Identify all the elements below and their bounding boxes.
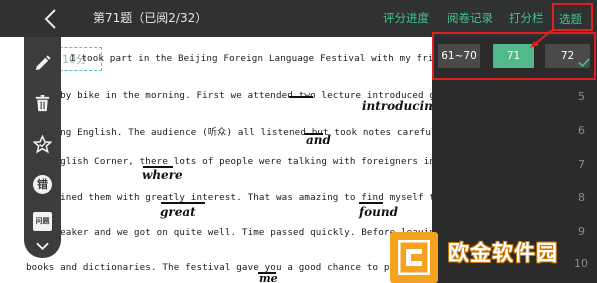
essay-line: the English Corner, there lots of people…: [26, 156, 432, 167]
correction-attend: attend: [496, 68, 536, 81]
tool-sidebar: 错 问题: [24, 37, 61, 258]
correction-great: great: [160, 205, 196, 219]
correction-introducing: introducing: [362, 99, 432, 113]
watermark-url: www.apoujin.com: [462, 266, 582, 276]
pencil-icon[interactable]: [33, 54, 52, 73]
essay-line: learning English. The audience (听众) all …: [26, 127, 432, 138]
correction-found: found: [359, 205, 399, 219]
chevron-down-icon[interactable]: [36, 242, 49, 251]
essay-line: I took part in the Beijing Foreign Langu…: [70, 53, 432, 64]
watermark-logo: 欧金软件园 www.apoujin.com: [390, 232, 597, 283]
correction-me: me: [259, 272, 278, 283]
page-title: 第71题（已阅2/32）: [93, 11, 208, 25]
essay-paper: 10分 I took part in the Beijing Foreign L…: [0, 37, 432, 283]
watermark-logo-mark: [390, 232, 438, 283]
row-number: 8: [578, 191, 585, 204]
underline-mark: [161, 202, 205, 204]
trash-icon[interactable]: [33, 94, 52, 113]
essay-line: books and dictionaries. The festival gav…: [26, 262, 430, 273]
scoring-progress-link[interactable]: 评分进度: [383, 10, 429, 26]
back-arrow-icon[interactable]: [40, 7, 64, 31]
strike-mark: [289, 96, 313, 98]
report-icon[interactable]: 问题: [33, 212, 52, 231]
grading-records-link[interactable]: 阅卷记录: [447, 10, 493, 26]
row-number: 6: [578, 124, 585, 137]
correction-and: and: [306, 133, 331, 147]
row-number: 5: [578, 90, 585, 103]
red-arrow-icon: [530, 29, 553, 48]
check-icon: [578, 58, 590, 67]
watermark-text: 欧金软件园: [448, 241, 558, 265]
underline-mark: [359, 202, 383, 204]
error-icon[interactable]: 错: [33, 175, 52, 194]
essay-line: the speaker and we got on quite well. Ti…: [26, 227, 432, 238]
highlight-box-select: [552, 3, 593, 31]
score-bar-link[interactable]: 打分栏: [509, 10, 544, 26]
star-icon[interactable]: [33, 135, 52, 154]
row-number: 7: [578, 158, 585, 171]
score-option-61-70[interactable]: 61~70: [438, 44, 480, 68]
correction-where: where: [142, 168, 183, 182]
